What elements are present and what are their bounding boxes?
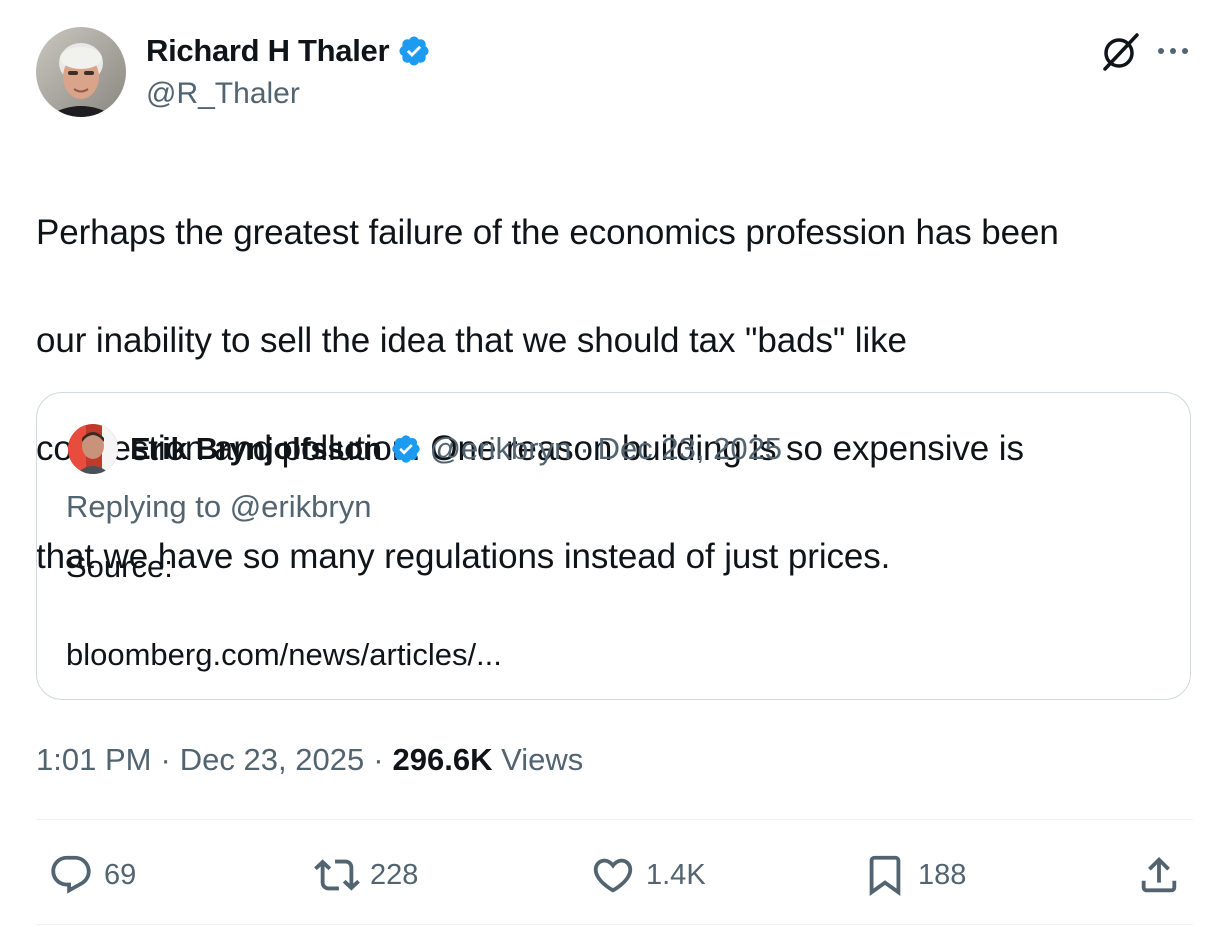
grok-icon[interactable] <box>1099 29 1143 73</box>
share-icon <box>1141 856 1177 893</box>
meta-separator: · <box>160 742 171 777</box>
verified-badge-icon <box>397 34 431 68</box>
verified-badge-icon <box>390 433 422 465</box>
repost-icon <box>314 859 360 891</box>
views-label: Views <box>501 742 584 777</box>
divider <box>36 819 1193 820</box>
share-button[interactable] <box>1136 840 1182 910</box>
like-button[interactable]: 1.4K <box>590 840 706 910</box>
views-count: 296.6K <box>392 742 493 777</box>
quoted-date[interactable]: Dec 23, 2025 <box>598 431 782 467</box>
tweet-text-line: our inability to sell the idea that we s… <box>36 321 907 360</box>
quoted-author-name[interactable]: Erik Brynjolfsson <box>130 431 382 467</box>
tweet-text-line: Perhaps the greatest failure of the econ… <box>36 213 1059 252</box>
author-name[interactable]: Richard H Thaler <box>146 33 390 69</box>
quoted-replying-to: Replying to @erikbryn <box>66 489 372 524</box>
author-name-row: Richard H Thaler <box>146 31 431 71</box>
quoted-author-avatar[interactable] <box>68 424 118 474</box>
tweet-header: Richard H Thaler @R_Thaler <box>36 27 1193 117</box>
repost-count: 228 <box>370 858 419 891</box>
bookmark-button[interactable]: 188 <box>862 840 966 910</box>
like-count: 1.4K <box>646 858 706 891</box>
bookmark-icon <box>869 855 901 896</box>
author-handle[interactable]: @R_Thaler <box>146 77 300 111</box>
divider <box>36 924 1193 925</box>
tweet-date[interactable]: Dec 23, 2025 <box>180 742 364 778</box>
bookmark-count: 188 <box>918 858 967 891</box>
quoted-link[interactable]: bloomberg.com/news/articles/... <box>66 633 502 677</box>
quoted-meta: @erikbryn · Dec 23, 2025 <box>430 431 782 467</box>
tweet-meta-row: 1:01 PM · Dec 23, 2025 · 296.6K Views <box>36 742 583 778</box>
meta-separator: · <box>373 742 384 777</box>
reply-button[interactable]: 69 <box>48 840 136 910</box>
repost-button[interactable]: 228 <box>314 840 418 910</box>
author-avatar[interactable] <box>36 27 126 117</box>
action-bar: 69 228 1.4K 188 <box>36 840 1193 910</box>
quoted-header: Erik Brynjolfsson @erikbryn · Dec 23, 20… <box>130 427 782 471</box>
reply-icon <box>51 855 91 894</box>
quoted-tweet-card[interactable]: Erik Brynjolfsson @erikbryn · Dec 23, 20… <box>36 392 1191 700</box>
tweet-time[interactable]: 1:01 PM <box>36 742 151 778</box>
meta-separator: · <box>579 431 590 466</box>
more-icon[interactable] <box>1153 37 1193 65</box>
quoted-text: Source: <box>66 549 173 584</box>
quoted-author-handle[interactable]: @erikbryn <box>430 431 572 467</box>
like-icon <box>593 858 633 893</box>
reply-count: 69 <box>104 858 137 891</box>
